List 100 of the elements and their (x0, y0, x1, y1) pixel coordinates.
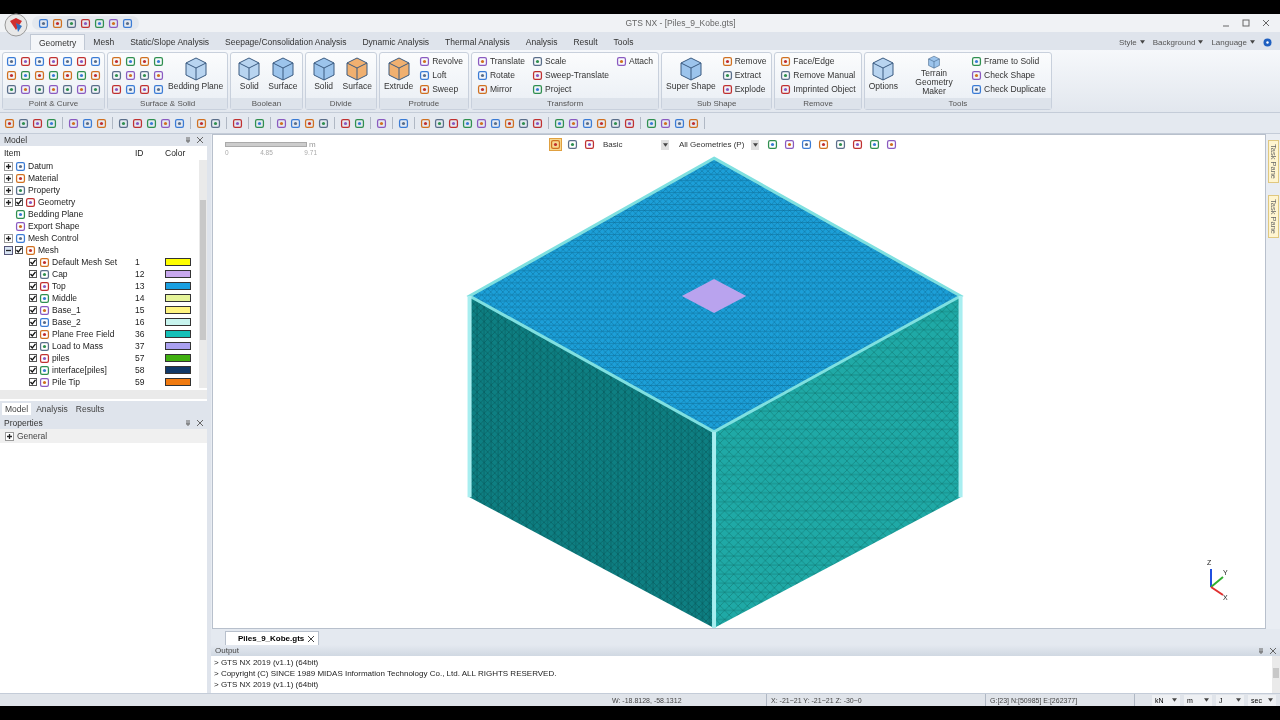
ribbon-tool-button[interactable] (6, 69, 17, 81)
toolbar-button[interactable] (462, 117, 473, 129)
tree-item-label[interactable]: Load to Mass (52, 341, 104, 351)
checkbox[interactable] (29, 318, 37, 326)
ribbon-small-button[interactable]: Check Duplicate (969, 82, 1048, 96)
ribbon-small-button[interactable]: Remove Manual (778, 68, 858, 82)
expand-toggle-icon[interactable] (4, 185, 13, 195)
checkbox[interactable] (29, 306, 37, 314)
toolbar-button[interactable] (596, 117, 607, 129)
ribbon-small-button[interactable]: Frame to Solid (969, 54, 1048, 68)
ribbon-tool-button[interactable] (90, 69, 101, 81)
toolbar-button[interactable] (490, 117, 501, 129)
checkbox[interactable] (15, 246, 23, 254)
toolbar-button[interactable] (160, 117, 171, 129)
ribbon-tool-button[interactable] (125, 83, 136, 95)
scrollbar[interactable] (0, 390, 207, 399)
tree-item-label[interactable]: Mesh (38, 245, 59, 255)
ribbon-tool-button[interactable] (34, 83, 45, 95)
quick-access-icon[interactable] (38, 17, 49, 29)
ribbon-tool-button[interactable] (6, 55, 17, 67)
expand-toggle-icon[interactable] (4, 233, 13, 243)
toolbar-button[interactable] (376, 117, 387, 129)
tree-item-label[interactable]: interface[piles] (52, 365, 107, 375)
view-tool-button[interactable] (584, 139, 595, 150)
view-tool-button[interactable] (550, 139, 561, 150)
view-tool-button[interactable] (869, 139, 880, 150)
toolbar-button[interactable] (32, 117, 43, 129)
tree-item-label[interactable]: Base_2 (52, 317, 81, 327)
checkbox[interactable] (29, 330, 37, 338)
ribbon-tool-button[interactable] (111, 83, 122, 95)
toolbar-button[interactable] (174, 117, 185, 129)
toolbar-button[interactable] (532, 117, 543, 129)
ribbon-tool-button[interactable] (90, 55, 101, 67)
toolbar-button[interactable] (18, 117, 29, 129)
toolbar-button[interactable] (118, 117, 129, 129)
ribbon-menu[interactable]: Language (1211, 37, 1255, 47)
ribbon-tab[interactable]: Thermal Analysis (437, 34, 518, 50)
view-tool-button[interactable] (784, 139, 795, 150)
ribbon-tool-button[interactable] (76, 83, 87, 95)
ribbon-small-button[interactable]: Loft (417, 68, 465, 82)
ribbon-small-button[interactable]: Face/Edge (778, 54, 858, 68)
checkbox[interactable] (29, 294, 37, 302)
expand-toggle-icon[interactable] (4, 245, 13, 255)
ribbon-large-button[interactable]: Extrude (382, 54, 415, 96)
help-icon[interactable] (1263, 37, 1272, 47)
close-icon[interactable] (308, 635, 315, 642)
toolbar-button[interactable] (46, 117, 57, 129)
toolbar-button[interactable] (210, 117, 221, 129)
ribbon-tool-button[interactable] (153, 83, 164, 95)
close-icon[interactable] (197, 137, 203, 143)
panel-tab[interactable]: Analysis (33, 403, 71, 415)
toolbar-button[interactable] (420, 117, 431, 129)
toolbar-button[interactable] (276, 117, 287, 129)
close-icon[interactable] (1262, 19, 1270, 27)
ribbon-small-button[interactable]: Project (530, 82, 611, 96)
property-category[interactable]: General (17, 431, 48, 441)
ribbon-tool-button[interactable] (111, 55, 122, 67)
ribbon-tool-button[interactable] (34, 69, 45, 81)
ribbon-small-button[interactable]: Translate (474, 54, 528, 68)
ribbon-small-button[interactable]: Extract (719, 68, 769, 82)
tree-item-label[interactable]: Mesh Control (28, 233, 79, 243)
ribbon-small-button[interactable]: Sweep (417, 82, 465, 96)
ribbon-tool-button[interactable] (125, 69, 136, 81)
ribbon-tool-button[interactable] (48, 69, 59, 81)
tree-item-label[interactable]: Middle (52, 293, 78, 303)
close-icon[interactable] (197, 420, 203, 426)
checkbox[interactable] (29, 342, 37, 350)
toolbar-button[interactable] (146, 117, 157, 129)
ribbon-small-button[interactable]: Mirror (474, 82, 528, 96)
toolbar-button[interactable] (646, 117, 657, 129)
quick-access-icon[interactable] (108, 17, 119, 29)
view-tool-button[interactable] (852, 139, 863, 150)
ribbon-tool-button[interactable] (48, 55, 59, 67)
ribbon-tool-button[interactable] (20, 83, 31, 95)
ribbon-tool-button[interactable] (139, 69, 150, 81)
ribbon-tool-button[interactable] (48, 83, 59, 95)
toolbar-button[interactable] (434, 117, 445, 129)
toolbar-button[interactable] (624, 117, 635, 129)
tree-item-label[interactable]: Export Shape (28, 221, 80, 231)
filter-dropdown[interactable]: All Geometries (P) (677, 139, 761, 150)
document-tab[interactable]: Piles_9_Kobe.gts (225, 631, 320, 645)
display-mode-dropdown[interactable]: Basic (601, 139, 671, 150)
ribbon-small-button[interactable]: Sweep-Translate (530, 68, 611, 82)
ribbon-tool-button[interactable] (34, 55, 45, 67)
quick-access-icon[interactable] (80, 17, 91, 29)
toolbar-button[interactable] (518, 117, 529, 129)
tree-item-label[interactable]: Top (52, 281, 66, 291)
ribbon-large-button[interactable]: Options (867, 54, 900, 96)
tree-item-label[interactable]: Cap (52, 269, 68, 279)
toolbar-button[interactable] (674, 117, 685, 129)
ribbon-large-button[interactable]: Terrain Geometry Maker (902, 54, 967, 96)
view-tool-button[interactable] (801, 139, 812, 150)
ribbon-small-button[interactable]: Scale (530, 54, 611, 68)
checkbox[interactable] (29, 366, 37, 374)
toolbar-button[interactable] (568, 117, 579, 129)
ribbon-tool-button[interactable] (76, 55, 87, 67)
panel-tab[interactable]: Model (2, 403, 32, 415)
ribbon-tab[interactable]: Static/Slope Analysis (122, 34, 218, 50)
ribbon-tool-button[interactable] (20, 69, 31, 81)
tree-item-label[interactable]: Default Mesh Set (52, 257, 118, 267)
